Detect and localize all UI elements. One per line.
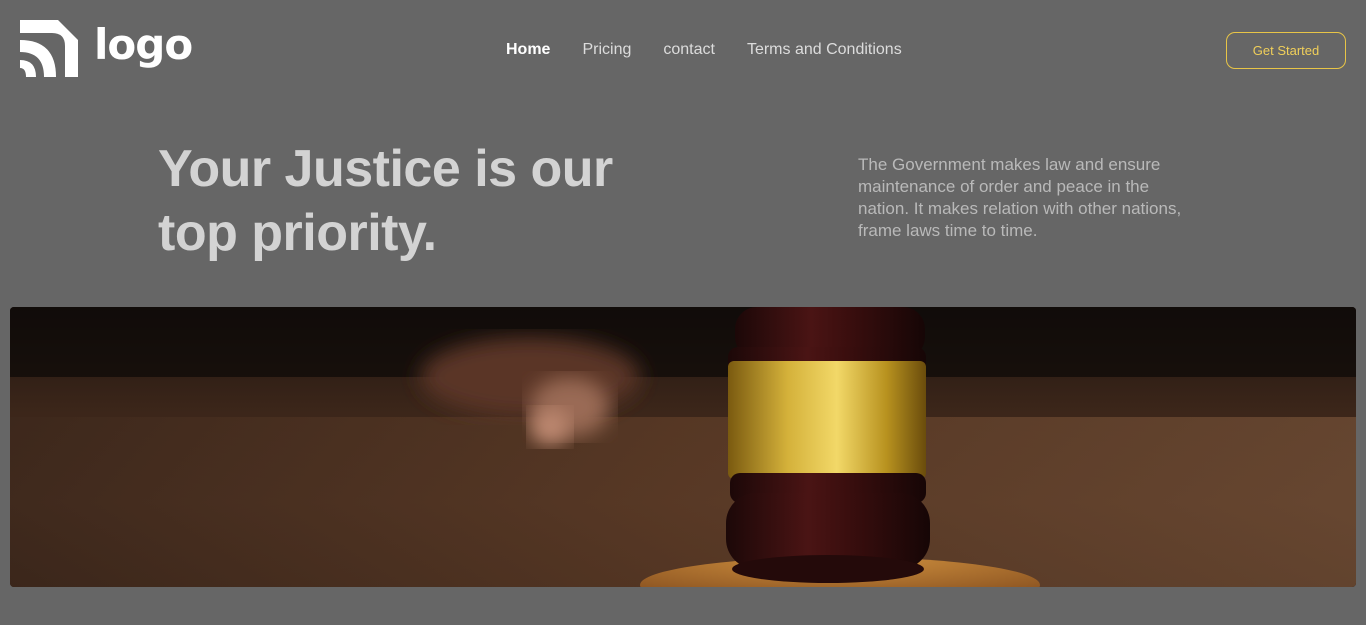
site-header: logo Home Pricing contact Terms and Cond… bbox=[0, 0, 1366, 100]
nav-home[interactable]: Home bbox=[506, 40, 550, 60]
gavel-illustration bbox=[10, 307, 1356, 587]
hero-headline: Your Justice is our top priority. bbox=[158, 140, 613, 262]
nav-terms[interactable]: Terms and Conditions bbox=[747, 40, 902, 60]
gavel-image bbox=[10, 307, 1356, 587]
landing-page: logo Home Pricing contact Terms and Cond… bbox=[0, 0, 1366, 625]
logo-link[interactable]: logo bbox=[20, 19, 193, 77]
nav-contact[interactable]: contact bbox=[663, 40, 715, 60]
get-started-button[interactable]: Get Started bbox=[1226, 32, 1346, 69]
signal-arcs-icon bbox=[20, 20, 78, 77]
hero-description: The Government makes law and ensure main… bbox=[858, 155, 1182, 240]
main-nav: Home Pricing contact Terms and Condition… bbox=[506, 40, 934, 60]
nav-pricing[interactable]: Pricing bbox=[582, 40, 631, 60]
logo-text: logo bbox=[94, 19, 193, 69]
